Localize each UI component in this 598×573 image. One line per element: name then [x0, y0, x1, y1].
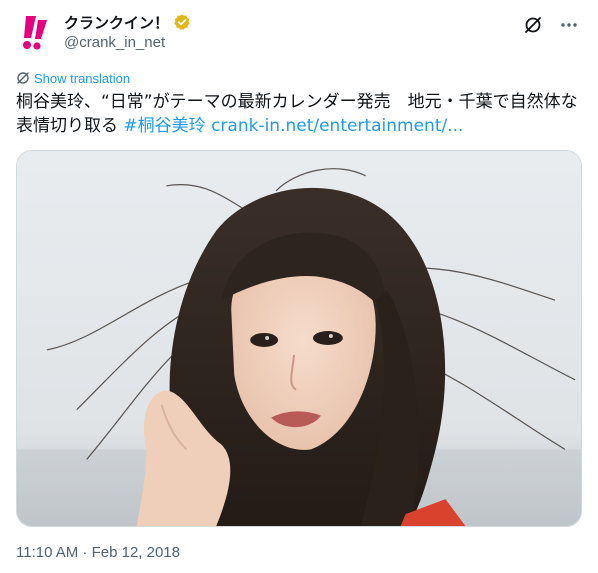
tweet-card: クランクイン！ @crank_in_net Show translation 桐… — [0, 0, 598, 573]
tweet-text: 桐谷美玲、“日常”がテーマの最新カレンダー発売 地元・千葉で自然体な表情切り取る… — [16, 90, 582, 138]
hashtag-link[interactable]: #桐谷美玲 — [123, 116, 205, 136]
verified-badge-icon — [173, 13, 191, 31]
show-translation-label: Show translation — [34, 70, 131, 86]
article-link[interactable]: crank-in.net/entertainment/... — [211, 116, 463, 136]
top-actions — [518, 10, 584, 40]
avatar[interactable] — [16, 12, 56, 52]
tweet-photo[interactable] — [16, 150, 582, 527]
grok-button[interactable] — [518, 10, 548, 40]
display-name[interactable]: クランクイン！ — [64, 12, 169, 33]
name-row: クランクイン！ — [64, 12, 191, 32]
portrait-photo-image — [17, 151, 581, 526]
crank-in-logo-icon — [23, 16, 47, 50]
show-translation-button[interactable]: Show translation — [16, 70, 130, 86]
grok-icon — [525, 17, 541, 33]
more-button[interactable] — [554, 10, 584, 40]
translate-icon — [17, 72, 29, 84]
tweet-timestamp[interactable]: 11:10 AM · Feb 12, 2018 — [16, 544, 180, 561]
more-icon — [561, 23, 577, 27]
account-handle[interactable]: @crank_in_net — [64, 34, 165, 51]
